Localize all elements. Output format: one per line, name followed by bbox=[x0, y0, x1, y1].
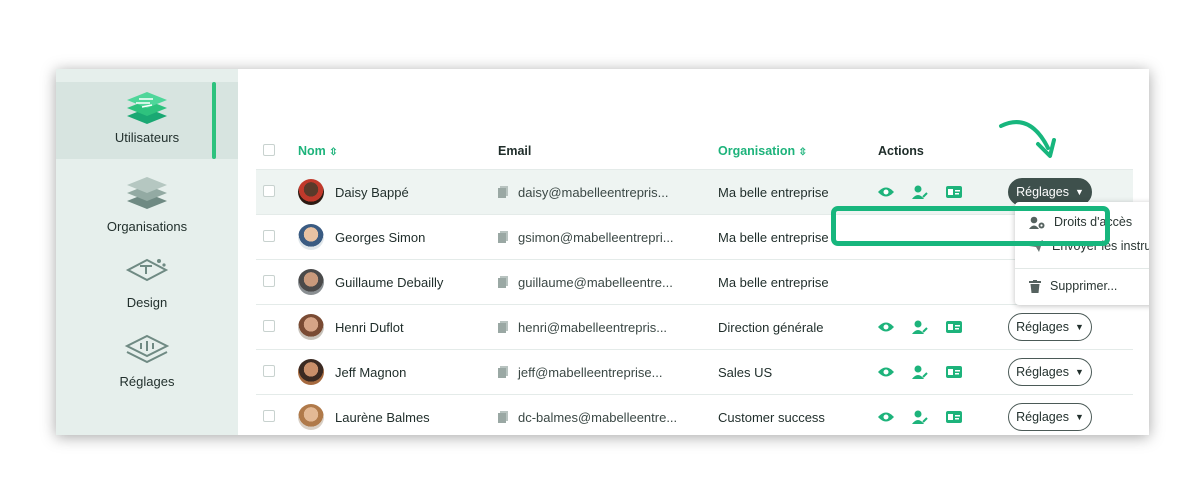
user-email: jeff@mabelleentreprise... bbox=[518, 364, 663, 380]
app-window: Utilisateurs Organisations Design Réglag… bbox=[56, 69, 1149, 435]
row-checkbox[interactable] bbox=[263, 184, 275, 197]
trash-icon bbox=[1029, 279, 1041, 293]
row-checkbox[interactable] bbox=[263, 229, 275, 242]
sidebar-item-utilisateurs[interactable]: Utilisateurs bbox=[56, 82, 238, 159]
column-header-nom[interactable]: Nom ⇳ bbox=[298, 133, 498, 170]
avatar bbox=[298, 269, 324, 295]
id-card-icon[interactable] bbox=[946, 411, 962, 423]
sidebar-item-label: Design bbox=[126, 295, 168, 310]
active-indicator bbox=[212, 82, 216, 159]
avatar bbox=[298, 179, 324, 205]
user-name: Laurène Balmes bbox=[335, 409, 430, 425]
user-organisation: Direction générale bbox=[718, 304, 878, 350]
chevron-down-icon: ▼ bbox=[1074, 412, 1084, 422]
users-table: Nom ⇳ Email Organisation ⇳ Actions Daisy… bbox=[256, 133, 1133, 435]
column-header-actions: Actions bbox=[878, 144, 924, 158]
edit-user-icon[interactable] bbox=[912, 185, 928, 199]
settings-icon bbox=[124, 334, 170, 364]
user-email: dc-balmes@mabelleentre... bbox=[518, 409, 678, 425]
sidebar-item-design[interactable]: Design bbox=[56, 254, 238, 314]
id-card-icon[interactable] bbox=[946, 186, 962, 198]
user-organisation: Sales US bbox=[718, 349, 878, 395]
copy-icon[interactable] bbox=[498, 366, 508, 378]
user-email: gsimon@mabelleentrepri... bbox=[518, 229, 674, 245]
sidebar-item-organisations[interactable]: Organisations bbox=[56, 169, 238, 239]
user-organisation: Ma belle entreprise bbox=[718, 259, 878, 305]
column-header-organisation[interactable]: Organisation ⇳ bbox=[718, 133, 878, 170]
edit-user-icon[interactable] bbox=[912, 320, 928, 334]
avatar bbox=[298, 314, 324, 340]
table-row: Henri Duflot henri@mabelleentrepris... D… bbox=[256, 304, 1133, 350]
row-checkbox[interactable] bbox=[263, 409, 275, 422]
layers-icon bbox=[127, 177, 167, 209]
row-checkbox[interactable] bbox=[263, 364, 275, 377]
sidebar: Utilisateurs Organisations Design Réglag… bbox=[56, 69, 238, 435]
view-icon[interactable] bbox=[878, 321, 894, 333]
user-name: Georges Simon bbox=[335, 229, 426, 245]
menu-divider bbox=[1015, 268, 1149, 269]
user-name: Guillaume Debailly bbox=[335, 274, 444, 290]
reglages-button[interactable]: Réglages ▼ bbox=[1008, 403, 1092, 431]
menu-item-supprimer[interactable]: Supprimer... bbox=[1029, 279, 1117, 293]
chevron-down-icon: ▼ bbox=[1074, 322, 1084, 332]
sidebar-item-label: Organisations bbox=[106, 219, 188, 234]
id-card-icon[interactable] bbox=[946, 366, 962, 378]
design-icon bbox=[125, 258, 169, 282]
copy-icon[interactable] bbox=[498, 186, 508, 198]
row-checkbox[interactable] bbox=[263, 319, 275, 332]
reglages-button[interactable]: Réglages ▼ bbox=[1008, 313, 1092, 341]
user-email: henri@mabelleentrepris... bbox=[518, 319, 668, 335]
view-icon[interactable] bbox=[878, 411, 894, 423]
column-header-email: Email bbox=[498, 144, 532, 158]
highlight-annotation bbox=[831, 206, 1110, 246]
copy-icon[interactable] bbox=[498, 276, 508, 288]
users-stack-icon bbox=[127, 92, 167, 124]
user-email: guillaume@mabelleentre... bbox=[518, 274, 673, 290]
edit-user-icon[interactable] bbox=[912, 365, 928, 379]
sidebar-item-label: Réglages bbox=[119, 374, 175, 389]
copy-icon[interactable] bbox=[498, 321, 508, 333]
avatar bbox=[298, 224, 324, 250]
user-name: Henri Duflot bbox=[335, 319, 404, 335]
user-email: daisy@mabelleentrepris... bbox=[518, 184, 669, 200]
sidebar-item-label: Utilisateurs bbox=[114, 130, 180, 145]
chevron-down-icon: ▼ bbox=[1074, 187, 1084, 197]
view-icon[interactable] bbox=[878, 366, 894, 378]
edit-user-icon[interactable] bbox=[912, 410, 928, 424]
select-all-checkbox[interactable] bbox=[263, 143, 275, 156]
copy-icon[interactable] bbox=[498, 411, 508, 423]
table-row: Jeff Magnon jeff@mabelleentreprise... Sa… bbox=[256, 349, 1133, 395]
avatar bbox=[298, 359, 324, 385]
user-name: Jeff Magnon bbox=[335, 364, 407, 380]
table-row: Guillaume Debailly guillaume@mabelleentr… bbox=[256, 259, 1133, 305]
reglages-button[interactable]: Réglages ▼ bbox=[1008, 358, 1092, 386]
row-checkbox[interactable] bbox=[263, 274, 275, 287]
user-organisation: Customer success bbox=[718, 394, 878, 435]
chevron-down-icon: ▼ bbox=[1074, 367, 1084, 377]
copy-icon[interactable] bbox=[498, 231, 508, 243]
table-row: Laurène Balmes dc-balmes@mabelleentre...… bbox=[256, 394, 1133, 435]
sidebar-item-reglages[interactable]: Réglages bbox=[56, 332, 238, 394]
user-name: Daisy Bappé bbox=[335, 184, 409, 200]
view-icon[interactable] bbox=[878, 186, 894, 198]
avatar bbox=[298, 404, 324, 430]
id-card-icon[interactable] bbox=[946, 321, 962, 333]
curved-arrow-icon bbox=[999, 120, 1056, 158]
